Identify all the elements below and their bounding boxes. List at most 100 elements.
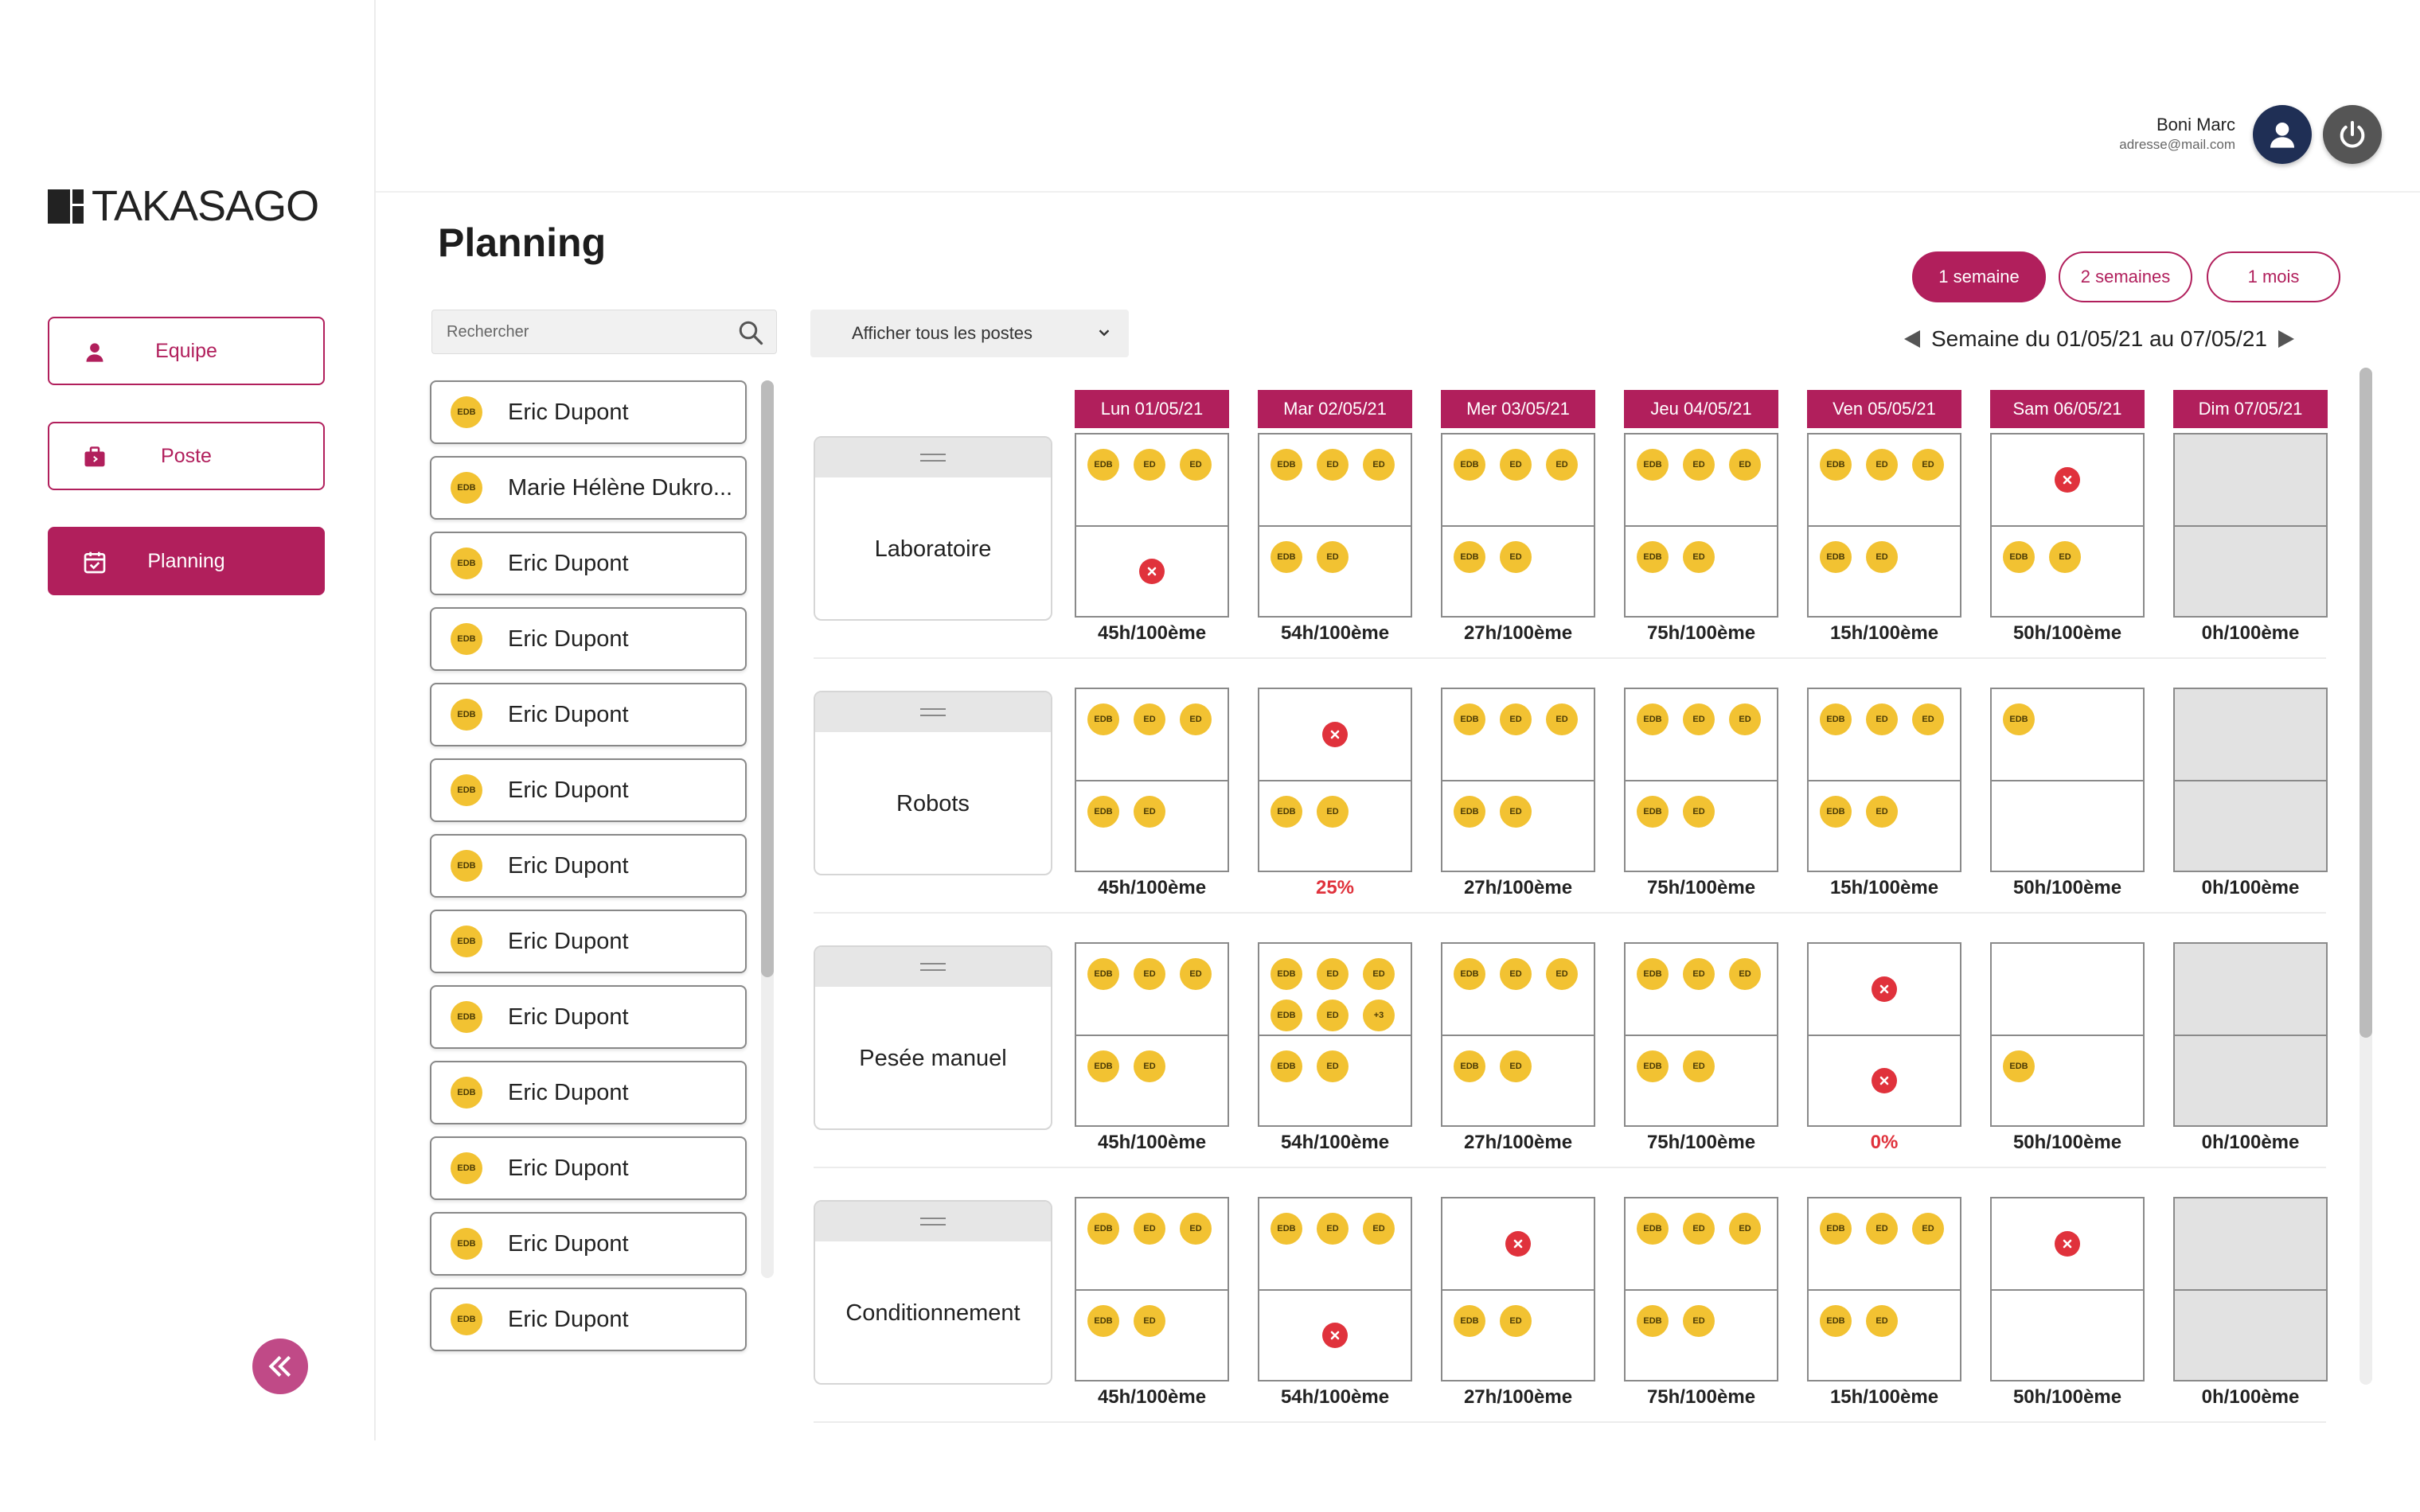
employee-list-item[interactable]: EDB Eric Dupont [430,1288,747,1351]
assignee-badge[interactable]: ED [1317,541,1349,573]
afternoon-slot[interactable]: EDB ED [1809,780,1960,871]
afternoon-slot[interactable]: EDB ED [1992,525,2143,616]
assignee-badge[interactable]: ED [1729,958,1761,990]
afternoon-slot[interactable]: EDB ED [1259,1035,1411,1125]
assignee-badge[interactable]: EDB [1087,703,1119,735]
assignee-badge[interactable]: EDB [1820,541,1852,573]
assignee-badge[interactable]: EDB [2003,1050,2035,1082]
assignee-badge[interactable]: EDB [1637,958,1669,990]
assignee-badge[interactable]: EDB [1270,1213,1302,1245]
employee-list-item[interactable]: EDB Eric Dupont [430,1212,747,1276]
assignee-badge[interactable]: ED [1546,703,1578,735]
morning-slot[interactable]: EDB ED ED [1442,435,1594,525]
assignee-badge[interactable]: ED [1866,796,1898,828]
afternoon-slot[interactable]: EDB ED [1442,780,1594,871]
afternoon-slot[interactable]: EDB ED [1259,525,1411,616]
assignee-badge[interactable]: ED [1729,703,1761,735]
assignee-badge[interactable]: EDB [2003,703,2035,735]
assignee-badge[interactable]: ED [1683,541,1715,573]
assignee-badge[interactable]: ED [1500,958,1532,990]
morning-slot[interactable] [1259,689,1411,780]
assignee-badge[interactable]: ED [1500,796,1532,828]
assignee-badge[interactable]: ED [1500,703,1532,735]
assignee-badge[interactable]: EDB [1637,449,1669,481]
assignee-badge[interactable]: EDB [1637,1305,1669,1337]
employee-list-item[interactable]: EDB Marie Hélène Dukro... [430,456,747,520]
assignee-badge[interactable]: ED [1546,958,1578,990]
assignee-badge[interactable]: ED [1683,796,1715,828]
next-week-icon[interactable] [2278,330,2294,348]
poste-card[interactable]: Robots [814,691,1052,875]
morning-slot[interactable]: EDB [1992,689,2143,780]
poste-card[interactable]: Laboratoire [814,436,1052,621]
assignee-badge[interactable]: ED [1912,1213,1944,1245]
planning-cell[interactable]: EDB ED ED EDB ED +3 EDB ED [1258,942,1412,1127]
employee-list-item[interactable]: EDB Eric Dupont [430,380,747,444]
afternoon-slot[interactable]: EDB ED [1626,780,1777,871]
morning-slot[interactable]: EDB ED ED [1809,435,1960,525]
assignee-badge[interactable]: EDB [1820,703,1852,735]
assignee-badge[interactable]: ED [1317,1000,1349,1031]
assignee-badge[interactable]: EDB [1820,1213,1852,1245]
morning-slot[interactable]: EDB ED ED [1626,944,1777,1035]
previous-week-icon[interactable] [1904,330,1920,348]
morning-slot[interactable]: EDB ED ED [1259,435,1411,525]
assignee-badge[interactable]: ED [1317,796,1349,828]
assignee-badge[interactable]: EDB [1637,1050,1669,1082]
assignee-badge[interactable]: ED [1134,1050,1165,1082]
assignee-badge[interactable]: EDB [1454,449,1485,481]
assignee-badge[interactable]: ED [1866,1213,1898,1245]
assignee-badge[interactable]: ED [1180,1213,1212,1245]
afternoon-slot[interactable] [1992,780,2143,871]
assignee-badge[interactable]: ED [1683,1050,1715,1082]
assignee-badge[interactable]: EDB [2003,541,2035,573]
afternoon-slot[interactable]: EDB ED [1076,1035,1228,1125]
poste-card[interactable]: Conditionnement [814,1200,1052,1385]
employee-list-item[interactable]: EDB Eric Dupont [430,910,747,973]
morning-slot[interactable]: EDB ED ED EDB ED +3 [1259,944,1411,1035]
assignee-badge[interactable]: ED [1134,1213,1165,1245]
afternoon-slot[interactable] [1076,525,1228,616]
planning-cell[interactable]: EDB ED ED EDB ED [1624,1197,1778,1381]
assignee-badge[interactable]: EDB [1087,796,1119,828]
assignee-badge[interactable]: EDB [1087,1305,1119,1337]
assignee-badge[interactable]: EDB [1087,958,1119,990]
assignee-badge[interactable]: EDB [1637,541,1669,573]
morning-slot[interactable] [1809,944,1960,1035]
assignee-badge[interactable]: ED [1866,703,1898,735]
assignee-badge[interactable]: EDB [1270,1000,1302,1031]
planning-cell[interactable]: EDB ED [1441,1197,1595,1381]
assignee-badge[interactable]: EDB [1820,796,1852,828]
assignee-badge[interactable]: EDB [1454,1305,1485,1337]
assignee-badge[interactable]: ED [1866,449,1898,481]
planning-cell[interactable]: EDB ED ED EDB ED [1807,1197,1961,1381]
afternoon-slot[interactable] [1809,1035,1960,1125]
planning-cell[interactable]: EDB ED ED [1075,433,1229,618]
assignee-badge[interactable]: EDB [1820,449,1852,481]
drag-handle[interactable] [815,947,1051,987]
assignee-badge[interactable]: ED [1180,703,1212,735]
planning-scrollbar-thumb[interactable] [2360,368,2372,1038]
planning-cell[interactable]: EDB ED [1258,688,1412,872]
morning-slot[interactable]: EDB ED ED [1076,435,1228,525]
planning-cell[interactable]: EDB ED [1990,433,2145,618]
employee-list-item[interactable]: EDB Eric Dupont [430,683,747,746]
employee-list-item[interactable]: EDB Eric Dupont [430,1136,747,1200]
planning-cell[interactable]: EDB ED ED EDB ED [1807,433,1961,618]
range-1-week-button[interactable]: 1 semaine [1912,251,2046,302]
assignee-badge[interactable]: ED [1363,958,1395,990]
drag-handle[interactable] [815,1202,1051,1241]
afternoon-slot[interactable]: EDB ED [1442,1035,1594,1125]
morning-slot[interactable]: EDB ED ED [1626,435,1777,525]
morning-slot[interactable]: EDB ED ED [1809,1198,1960,1289]
afternoon-slot[interactable]: EDB ED [1442,1289,1594,1380]
planning-cell[interactable]: EDB [1990,688,2145,872]
assignee-badge[interactable]: ED [1500,1050,1532,1082]
assignee-badge[interactable]: ED [1134,449,1165,481]
afternoon-slot[interactable]: EDB ED [1626,1035,1777,1125]
employee-list-item[interactable]: EDB Eric Dupont [430,607,747,671]
planning-cell[interactable]: EDB ED ED EDB ED [1075,942,1229,1127]
poste-card[interactable]: Pesée manuel [814,945,1052,1130]
assignee-badge[interactable]: EDB [1270,796,1302,828]
morning-slot[interactable]: EDB ED ED [1809,689,1960,780]
